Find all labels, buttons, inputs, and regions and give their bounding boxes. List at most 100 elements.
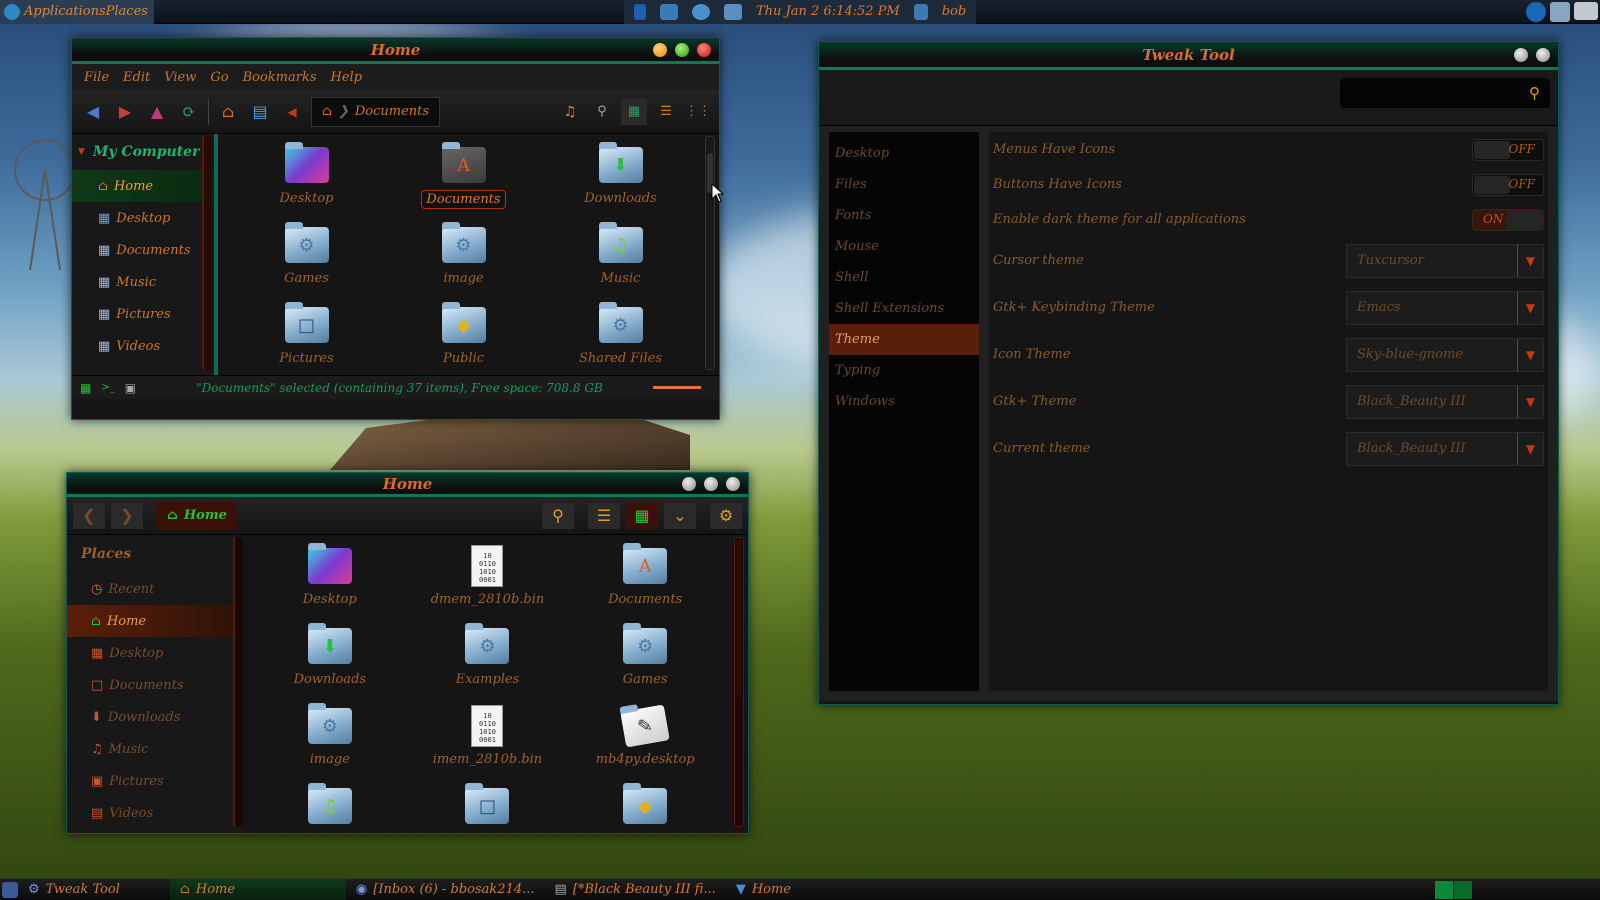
- file-item[interactable]: □ Pictures: [228, 300, 385, 380]
- scrollbar-thumb[interactable]: [736, 538, 742, 698]
- sidebar-item-music[interactable]: ▦ Music: [72, 266, 214, 298]
- buttons-icons-toggle[interactable]: OFF: [1472, 173, 1544, 196]
- sidebar-toggle-icon[interactable]: ▦: [80, 381, 91, 395]
- grid-view-icon[interactable]: ▦: [626, 502, 658, 529]
- content-scrollbar[interactable]: [734, 537, 744, 827]
- network-icon[interactable]: [660, 3, 678, 20]
- breadcrumb-documents[interactable]: Documents: [355, 104, 429, 119]
- bluetooth-icon[interactable]: [634, 3, 646, 20]
- keybinding-theme-combo[interactable]: Emacs ▼: [1346, 290, 1544, 325]
- gtk-theme-combo[interactable]: Black_Beauty III ▼: [1346, 384, 1544, 419]
- sidebar-item-files[interactable]: Files: [829, 169, 979, 200]
- sidebar-item-desktop[interactable]: Desktop: [829, 138, 979, 169]
- menus-icons-toggle[interactable]: OFF: [1472, 138, 1544, 161]
- home-icon[interactable]: ⌂: [215, 99, 241, 125]
- system-monitor-icon[interactable]: [1550, 1, 1570, 22]
- file-item[interactable]: Desktop: [228, 140, 385, 220]
- path-bar-home[interactable]: ⌂ Home: [157, 501, 237, 530]
- show-desktop-icon[interactable]: [2, 881, 18, 898]
- extra-pane-icon[interactable]: ▣: [125, 381, 136, 395]
- taskbar-item-home[interactable]: ⌂ Home: [169, 878, 346, 900]
- cursor-theme-combo[interactable]: Tuxcursor ▼: [1346, 243, 1544, 278]
- sidebar-item-typing[interactable]: Typing: [829, 355, 979, 386]
- sidebar-item-shell[interactable]: Shell: [829, 262, 979, 293]
- minimize-button[interactable]: [1514, 48, 1528, 62]
- workspace-switcher[interactable]: [1435, 880, 1472, 899]
- close-button[interactable]: [697, 43, 711, 57]
- file-item[interactable]: ♫ Music: [542, 220, 699, 300]
- zoom-icon[interactable]: ⚲: [589, 99, 615, 125]
- file-item[interactable]: ⬇ Downloads: [251, 621, 409, 701]
- expander-icon[interactable]: ▼: [78, 147, 85, 157]
- file-item[interactable]: ✎ mb4py.desktop: [566, 701, 724, 781]
- messaging-icon[interactable]: [692, 3, 710, 20]
- music-note-icon[interactable]: ♫: [557, 99, 583, 125]
- maximize-button[interactable]: [704, 477, 718, 491]
- file-manager-titlebar[interactable]: Home: [72, 38, 719, 64]
- sidebar-item-videos[interactable]: ▤ Videos: [67, 797, 243, 829]
- forward-icon[interactable]: ❯: [111, 502, 143, 529]
- clock[interactable]: Thu Jan 2 6:14:52 PM: [756, 4, 900, 19]
- sidebar-item-shell-extensions[interactable]: Shell Extensions: [829, 293, 979, 324]
- sidebar-item-windows[interactable]: Windows: [829, 386, 979, 417]
- terminal-icon[interactable]: >_: [101, 382, 114, 393]
- back-arrow-icon[interactable]: ◀: [80, 99, 106, 125]
- file-item[interactable]: ⬇ Downloads: [542, 140, 699, 220]
- menu-help[interactable]: Help: [331, 70, 363, 85]
- computer-icon[interactable]: ▤: [247, 99, 273, 125]
- taskbar-item-editor[interactable]: ▤ [*Black Beauty III fi...: [545, 879, 726, 900]
- list-view-icon[interactable]: ☰: [588, 502, 620, 529]
- sidebar-scrollbar[interactable]: [233, 537, 243, 827]
- applications-menu[interactable]: ApplicationsPlaces: [0, 0, 154, 24]
- close-button[interactable]: [726, 477, 740, 491]
- up-arrow-icon[interactable]: ▲: [144, 99, 170, 125]
- dark-theme-toggle[interactable]: ON: [1472, 208, 1544, 231]
- list-view-button[interactable]: ☰: [653, 99, 679, 125]
- sidebar-item-documents[interactable]: □ Documents: [67, 669, 243, 701]
- content-scrollbar[interactable]: [705, 136, 715, 370]
- sidebar-item-downloads[interactable]: ⬇ Downloads: [67, 701, 243, 733]
- sidebar-item-home[interactable]: ⌂ Home: [72, 170, 214, 202]
- sidebar-item-home[interactable]: ⌂ Home: [67, 605, 243, 637]
- sidebar-item-videos[interactable]: ▦ Videos: [72, 330, 214, 362]
- taskbar-item-email[interactable]: ◉ [Inbox (6) - bbosak214...: [346, 879, 545, 900]
- icon-theme-combo[interactable]: Sky-blue-gnome ▼: [1346, 337, 1544, 372]
- menu-go[interactable]: Go: [210, 70, 228, 85]
- weather-icon[interactable]: [1574, 1, 1598, 20]
- file-item[interactable]: 10 0110 1010 0001 dmem_2810b.bin: [409, 541, 567, 621]
- reload-icon[interactable]: ⟳: [176, 99, 202, 125]
- file-item[interactable]: ♫: [251, 781, 409, 833]
- file-item[interactable]: Desktop: [251, 541, 409, 621]
- file-item[interactable]: ⚙ Examples: [409, 621, 567, 701]
- file-item[interactable]: A Documents: [566, 541, 724, 621]
- nautilus-titlebar[interactable]: Home: [67, 473, 748, 497]
- search-icon[interactable]: ⚲: [542, 502, 574, 529]
- sidebar-item-pictures[interactable]: ▣ Pictures: [67, 765, 243, 797]
- zoom-slider[interactable]: [652, 386, 701, 389]
- file-item[interactable]: ⚙ Games: [228, 220, 385, 300]
- file-item[interactable]: ◆ Public: [385, 300, 542, 380]
- file-item[interactable]: ⚙ image: [251, 701, 409, 781]
- sidebar-item-documents[interactable]: ▦ Documents: [72, 234, 214, 266]
- sidebar-item-fonts[interactable]: Fonts: [829, 200, 979, 231]
- view-options-chevron-icon[interactable]: ⌄: [664, 502, 696, 529]
- sidebar-item-pictures[interactable]: ▦ Pictures: [72, 298, 214, 330]
- sidebar-header[interactable]: ▼ My Computer: [72, 134, 214, 170]
- sidebar-item-desktop[interactable]: ▦ Desktop: [67, 637, 243, 669]
- forward-arrow-icon[interactable]: ▶: [112, 99, 138, 125]
- workspace-2[interactable]: [1454, 880, 1472, 899]
- tweak-tool-titlebar[interactable]: Tweak Tool: [819, 42, 1558, 70]
- taskbar-item-home-2[interactable]: ▼ Home: [726, 879, 801, 900]
- close-button[interactable]: [1536, 48, 1550, 62]
- maximize-button[interactable]: [675, 43, 689, 57]
- menu-edit[interactable]: Edit: [123, 70, 150, 85]
- file-item[interactable]: □: [409, 781, 567, 833]
- file-item[interactable]: ⚙ Shared Files: [542, 300, 699, 380]
- gear-icon[interactable]: ⚙: [710, 502, 742, 529]
- file-item-selected[interactable]: A Documents: [385, 140, 542, 220]
- minimize-button[interactable]: [653, 43, 667, 57]
- sidebar-item-theme[interactable]: Theme: [829, 324, 979, 355]
- sidebar-item-music[interactable]: ♫ Music: [67, 733, 243, 765]
- volume-icon[interactable]: [724, 3, 742, 20]
- menu-view[interactable]: View: [164, 70, 196, 85]
